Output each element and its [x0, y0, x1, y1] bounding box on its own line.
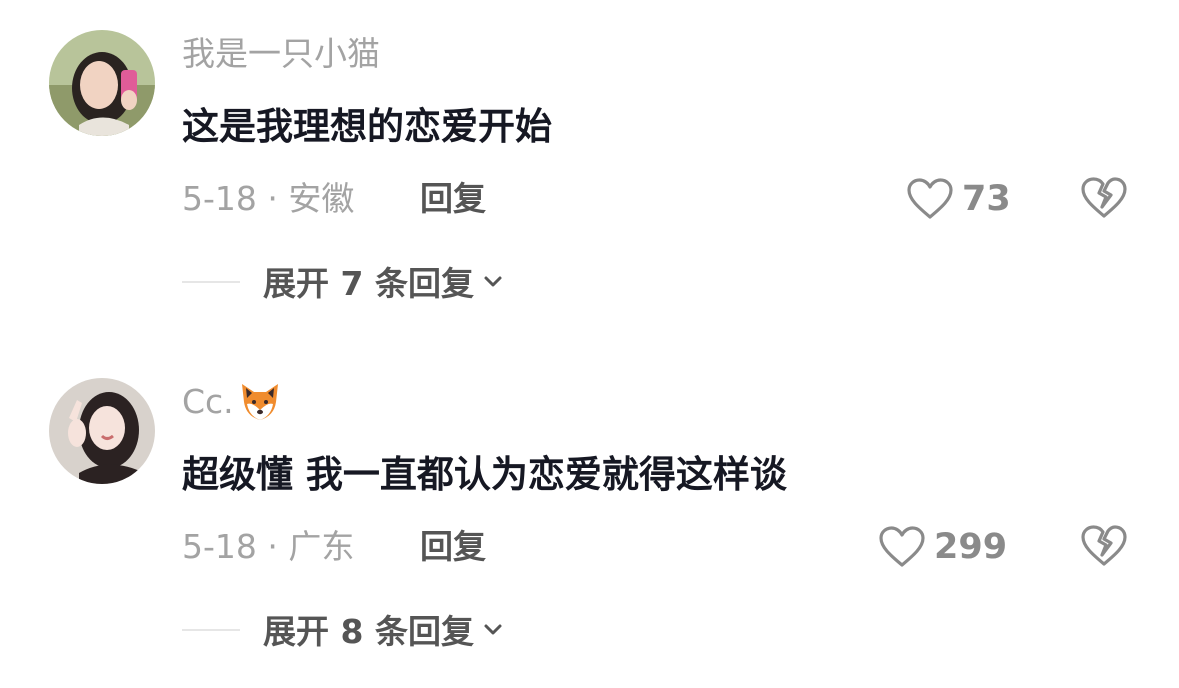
broken-heart-icon: [1081, 525, 1127, 566]
divider-line: [182, 629, 240, 631]
username[interactable]: Cc.: [182, 382, 282, 422]
expand-replies-label: 展开 7 条回复: [263, 264, 474, 303]
username-text[interactable]: Cc.: [182, 382, 234, 422]
dislike-button[interactable]: [1080, 522, 1128, 570]
dislike-button[interactable]: [1080, 174, 1128, 222]
chevron-down-icon: [484, 276, 502, 287]
like-button[interactable]: 299: [878, 522, 1007, 572]
expand-replies-button[interactable]: 展开 8 条回复: [263, 606, 506, 652]
avatar[interactable]: [49, 378, 155, 484]
like-button[interactable]: 73: [906, 174, 1011, 224]
heart-icon: [907, 178, 953, 219]
expand-replies-button[interactable]: 展开 7 条回复: [263, 258, 506, 304]
expand-replies-label: 展开 8 条回复: [263, 612, 474, 651]
comment-text: 超级懂 我一直都认为恋爱就得这样谈: [182, 453, 787, 496]
fox-face-icon: [241, 384, 278, 420]
like-count: 299: [934, 527, 1008, 567]
avatar[interactable]: [49, 30, 155, 136]
comment-item: 我是一只小猫 这是我理想的恋爱开始 5-18 · 安徽 回复 73 展开 7 条…: [0, 0, 1179, 320]
reply-button[interactable]: 回复: [420, 525, 486, 569]
username[interactable]: 我是一只小猫: [182, 34, 380, 74]
reply-button[interactable]: 回复: [420, 177, 486, 221]
comment-text: 这是我理想的恋爱开始: [182, 105, 552, 148]
comment-date-location: 5-18 · 安徽: [182, 179, 355, 218]
comment-item: Cc. 超级懂 我一直都认为恋爱就得这样谈 5-18 · 广东 回复 299 展…: [0, 348, 1179, 668]
heart-icon: [879, 526, 925, 567]
username-text[interactable]: 我是一只小猫: [182, 34, 380, 74]
like-count: 73: [962, 179, 1011, 219]
comment-date-location: 5-18 · 广东: [182, 527, 355, 566]
divider-line: [182, 281, 240, 283]
chevron-down-icon: [484, 624, 502, 635]
broken-heart-icon: [1081, 177, 1127, 218]
